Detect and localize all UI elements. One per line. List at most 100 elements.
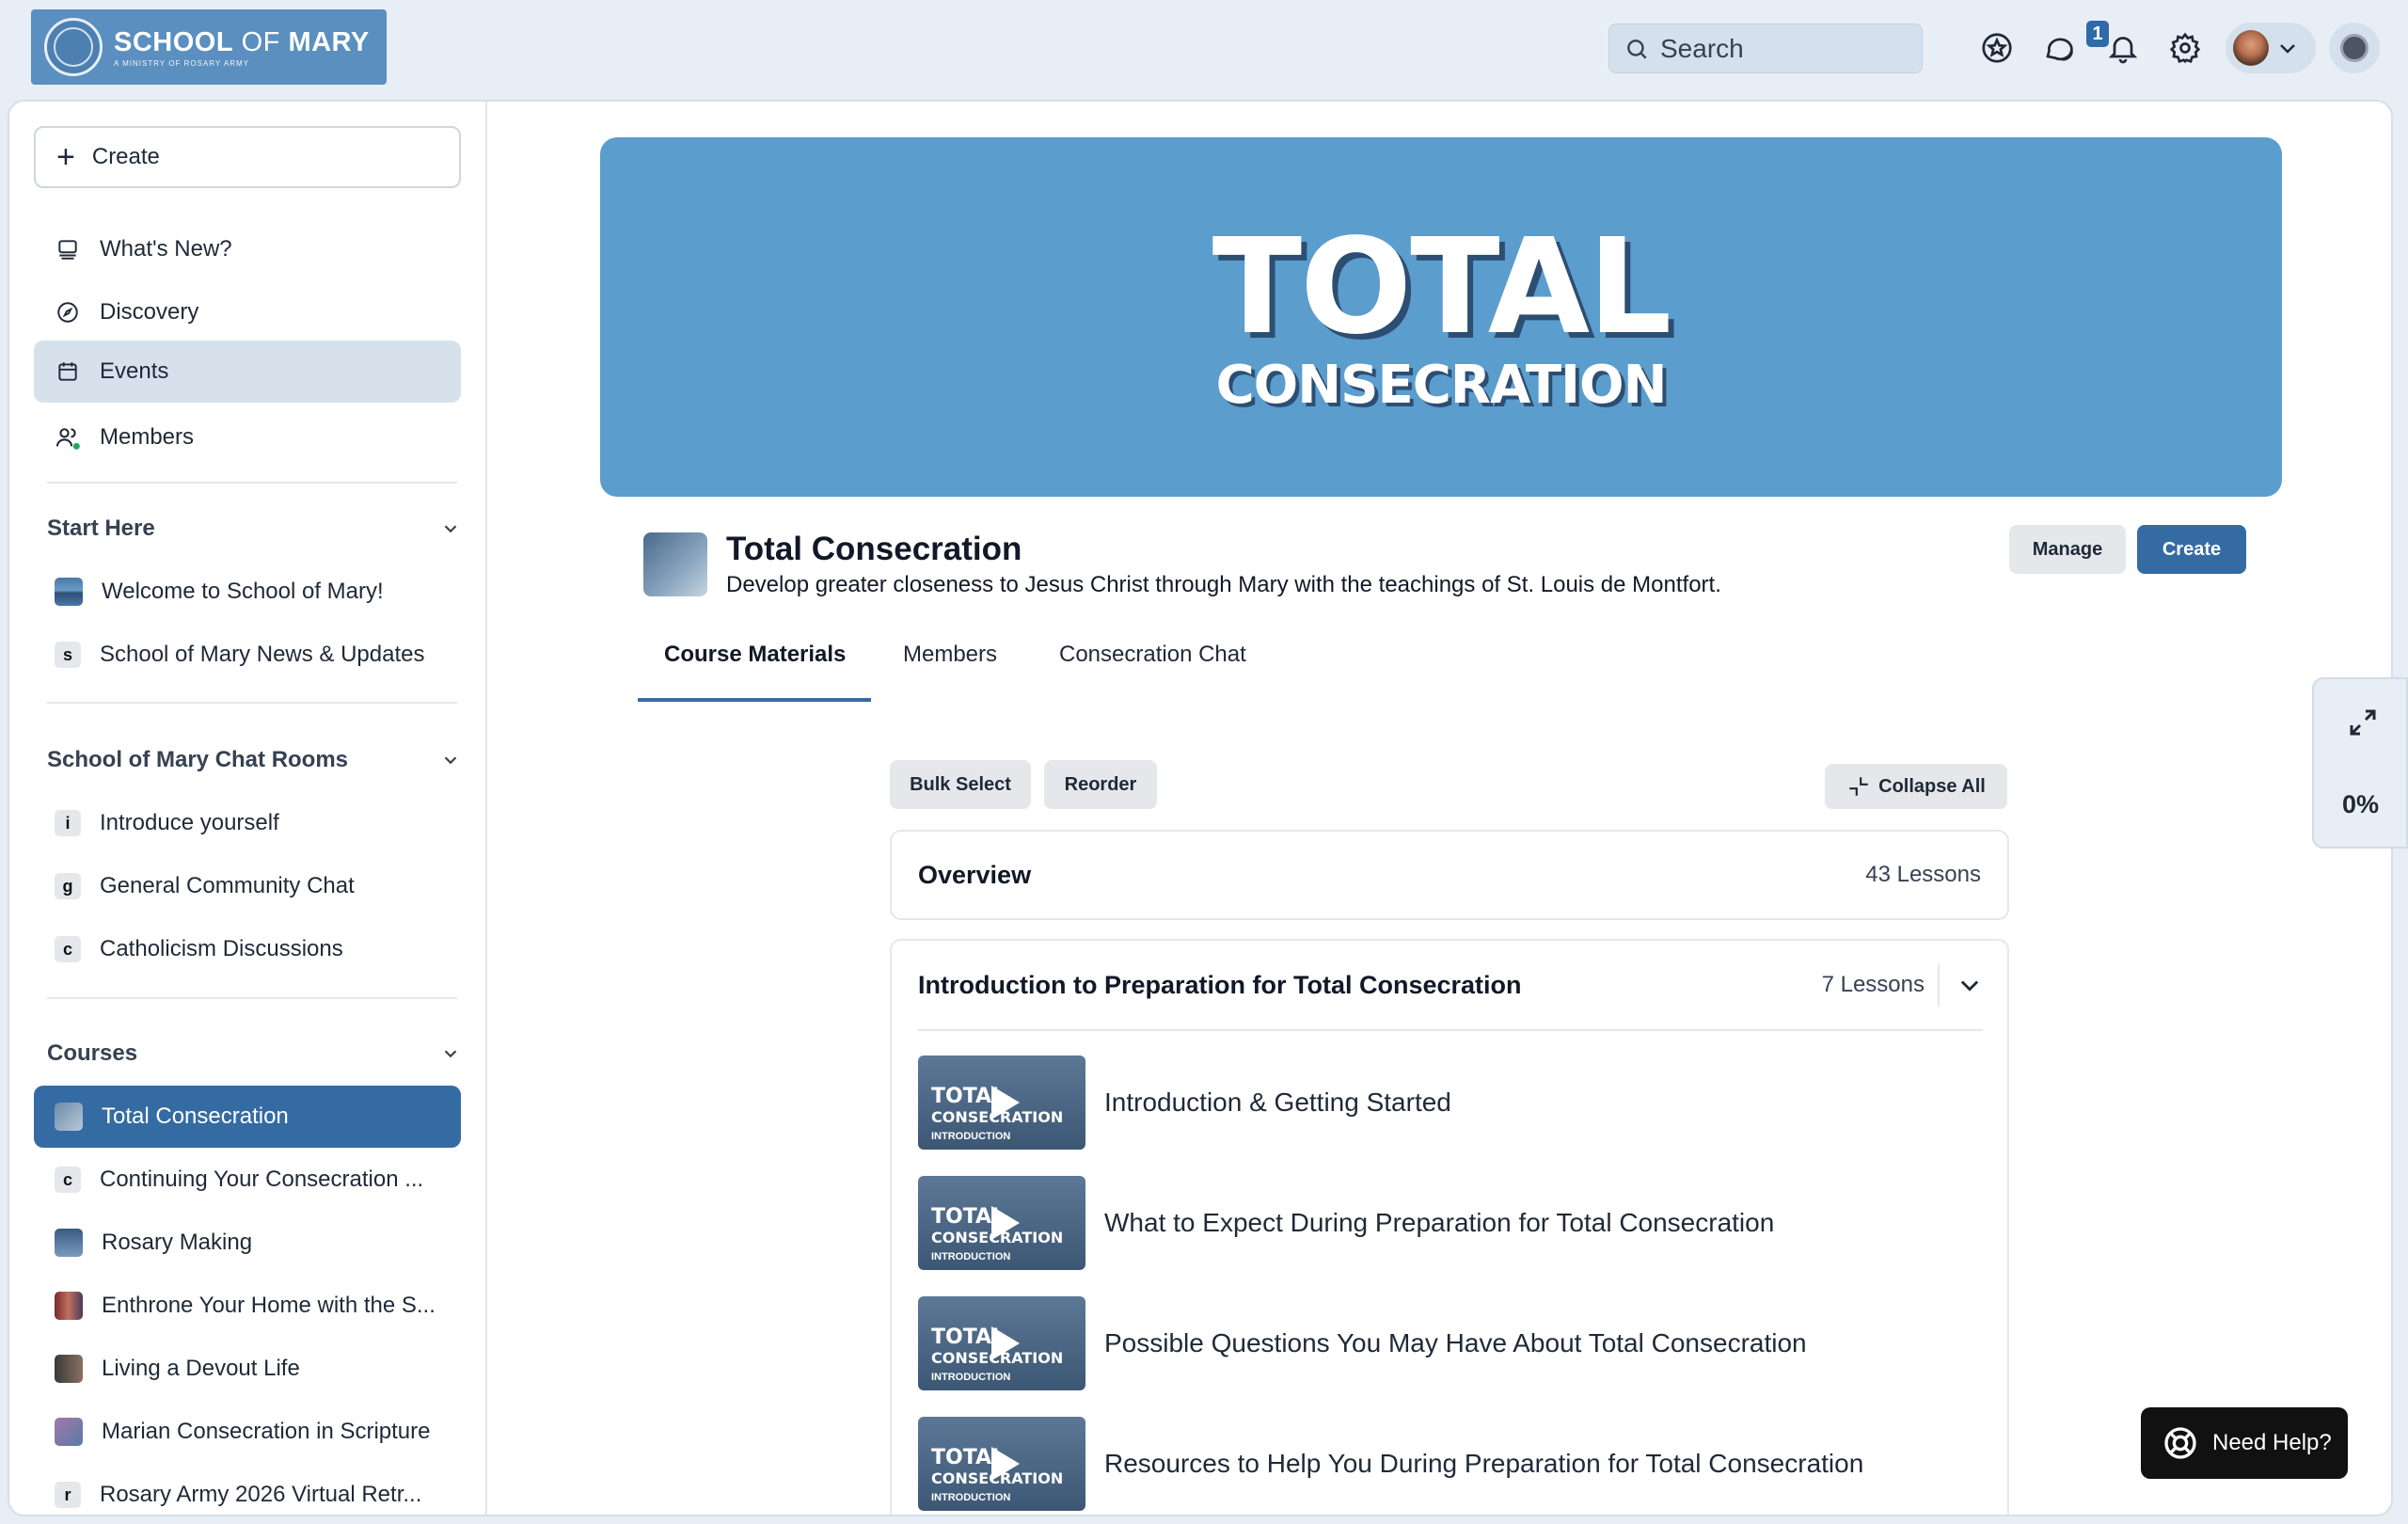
sidebar-item-label: Marian Consecration in Scripture [102, 1419, 431, 1444]
sidebar-item-label: Events [100, 358, 169, 384]
gear-icon[interactable] [2165, 28, 2205, 68]
overview-lesson-count: 43 Lessons [1865, 862, 1981, 887]
sidebar-divider [47, 997, 457, 999]
reorder-button[interactable]: Reorder [1044, 760, 1157, 809]
sidebar-item-label: Living a Devout Life [102, 1356, 300, 1381]
sidebar-item-continuing[interactable]: c Continuing Your Consecration ... [34, 1149, 461, 1211]
space-letter-icon: g [55, 873, 81, 899]
lesson-title: Introduction & Getting Started [1104, 1087, 1451, 1117]
sidebar-item-whats-new[interactable]: What's New? [34, 218, 461, 280]
sidebar-item-label: What's New? [100, 236, 232, 262]
overview-title: Overview [918, 860, 1032, 889]
calendar-icon [55, 358, 81, 385]
module-header[interactable]: Introduction to Preparation for Total Co… [918, 941, 1983, 1031]
lesson-item[interactable]: TOTAL CONSECRATION INTRODUCTION What to E… [918, 1176, 1774, 1270]
course-thumbnail [55, 1355, 83, 1383]
module-lesson-count: 7 Lessons [1822, 963, 1940, 1007]
section-header-start-here[interactable]: Start Here [47, 510, 461, 548]
sidebar-item-members[interactable]: Members [34, 406, 461, 468]
course-thumbnail [55, 1229, 83, 1257]
chat-icon[interactable] [2039, 28, 2079, 68]
overview-section[interactable]: Overview 43 Lessons [890, 830, 2009, 920]
collapse-all-button[interactable]: Collapse All [1825, 764, 2007, 809]
search-input[interactable]: Search [1608, 24, 1923, 73]
section-header-courses[interactable]: Courses [47, 1035, 461, 1072]
tab-members[interactable]: Members [903, 642, 997, 668]
thumb-text-line3: INTRODUCTION [931, 1492, 1011, 1503]
collapse-icon [1849, 777, 1868, 796]
lesson-item[interactable]: TOTAL CONSECRATION INTRODUCTION Resources… [918, 1417, 1863, 1511]
lesson-item[interactable]: TOTAL CONSECRATION INTRODUCTION Possible … [918, 1296, 1807, 1390]
play-icon [991, 1086, 1020, 1119]
create-button[interactable]: + Create [34, 126, 461, 188]
space-letter-icon: c [55, 936, 81, 962]
sidebar-item-enthrone[interactable]: Enthrone Your Home with the S... [34, 1275, 461, 1337]
sidebar-item-label: School of Mary News & Updates [100, 642, 425, 667]
sidebar-item-label: General Community Chat [100, 873, 355, 898]
section-header-chat-rooms[interactable]: School of Mary Chat Rooms [47, 741, 461, 779]
hero-title-line2: CONSECRATION [1215, 355, 1668, 416]
sidebar-item-label: Catholicism Discussions [100, 936, 343, 961]
tab-course-materials[interactable]: Course Materials [664, 642, 846, 668]
lifebuoy-icon [2164, 1427, 2196, 1459]
need-help-button[interactable]: Need Help? [2141, 1407, 2348, 1479]
sidebar-item-general-chat[interactable]: g General Community Chat [34, 855, 461, 917]
space-letter-icon: i [55, 810, 81, 836]
active-tab-indicator [638, 698, 871, 702]
sidebar-item-total-consecration[interactable]: Total Consecration [34, 1086, 461, 1148]
create-course-item-button[interactable]: Create [2137, 525, 2246, 574]
chevron-down-icon [444, 525, 457, 533]
play-icon [991, 1447, 1020, 1481]
thumb-text-line3: INTRODUCTION [931, 1251, 1011, 1262]
sidebar-item-marian-scripture[interactable]: Marian Consecration in Scripture [34, 1401, 461, 1463]
course-progress-widget[interactable]: 0% [2312, 677, 2408, 849]
sidebar-item-label: Rosary Making [102, 1230, 253, 1255]
sidebar-item-label: Continuing Your Consecration ... [100, 1167, 424, 1192]
sidebar-item-retreat[interactable]: r Rosary Army 2026 Virtual Retr... [34, 1464, 461, 1515]
compass-icon [55, 299, 81, 325]
app-frame: + Create What's New? Discovery Events Me… [8, 100, 2393, 1516]
sidebar-item-introduce[interactable]: i Introduce yourself [34, 792, 461, 854]
sidebar-item-discovery[interactable]: Discovery [34, 281, 461, 343]
sidebar-item-events[interactable]: Events [34, 341, 461, 403]
space-thumbnail [55, 578, 83, 606]
sidebar-item-devout-life[interactable]: Living a Devout Life [34, 1338, 461, 1400]
course-title: Total Consecration [726, 531, 1022, 567]
tab-consecration-chat[interactable]: Consecration Chat [1059, 642, 1246, 668]
apps-icon[interactable] [2329, 23, 2380, 73]
expand-icon[interactable] [2346, 706, 2380, 739]
logo-subtitle: A MINISTRY OF ROSARY ARMY [114, 58, 249, 68]
seal-icon [44, 18, 103, 76]
chevron-down-icon[interactable] [1956, 972, 1983, 998]
sidebar-item-rosary-making[interactable]: Rosary Making [34, 1212, 461, 1274]
section-title: Start Here [47, 516, 155, 541]
sidebar-item-catholicism[interactable]: c Catholicism Discussions [34, 918, 461, 980]
bell-icon[interactable] [2103, 28, 2143, 68]
chevron-down-icon [444, 756, 457, 765]
sidebar-item-news[interactable]: s School of Mary News & Updates [34, 624, 461, 686]
create-button-label: Create [91, 144, 160, 169]
sidebar-item-label: Introduce yourself [100, 810, 279, 835]
members-icon [55, 424, 81, 451]
star-badge-icon[interactable] [1977, 28, 2017, 68]
sidebar-item-label: Welcome to School of Mary! [102, 579, 384, 604]
course-thumbnail [55, 1418, 83, 1446]
profile-menu-button[interactable] [2226, 23, 2316, 73]
course-thumbnail [55, 1292, 83, 1320]
module-title: Introduction to Preparation for Total Co… [918, 970, 1522, 999]
section-title: School of Mary Chat Rooms [47, 747, 349, 772]
avatar [2233, 30, 2269, 66]
bulk-select-button[interactable]: Bulk Select [890, 760, 1031, 809]
sidebar-divider [47, 482, 457, 484]
need-help-label: Need Help? [2212, 1430, 2332, 1455]
course-description: Develop greater closeness to Jesus Chris… [726, 572, 1721, 597]
section-title: Courses [47, 1040, 138, 1066]
sidebar-item-welcome[interactable]: Welcome to School of Mary! [34, 561, 461, 623]
sidebar-divider [47, 702, 457, 704]
lesson-thumbnail: TOTAL CONSECRATION INTRODUCTION [918, 1417, 1085, 1511]
hero-title-line1: TOTAL [1212, 211, 1672, 364]
school-of-mary-logo[interactable]: SCHOOL OF MARY A MINISTRY OF ROSARY ARMY [31, 9, 387, 85]
lesson-item[interactable]: TOTAL CONSECRATION INTRODUCTION Introduct… [918, 1056, 1451, 1150]
manage-button[interactable]: Manage [2009, 525, 2126, 574]
play-icon [991, 1206, 1020, 1240]
